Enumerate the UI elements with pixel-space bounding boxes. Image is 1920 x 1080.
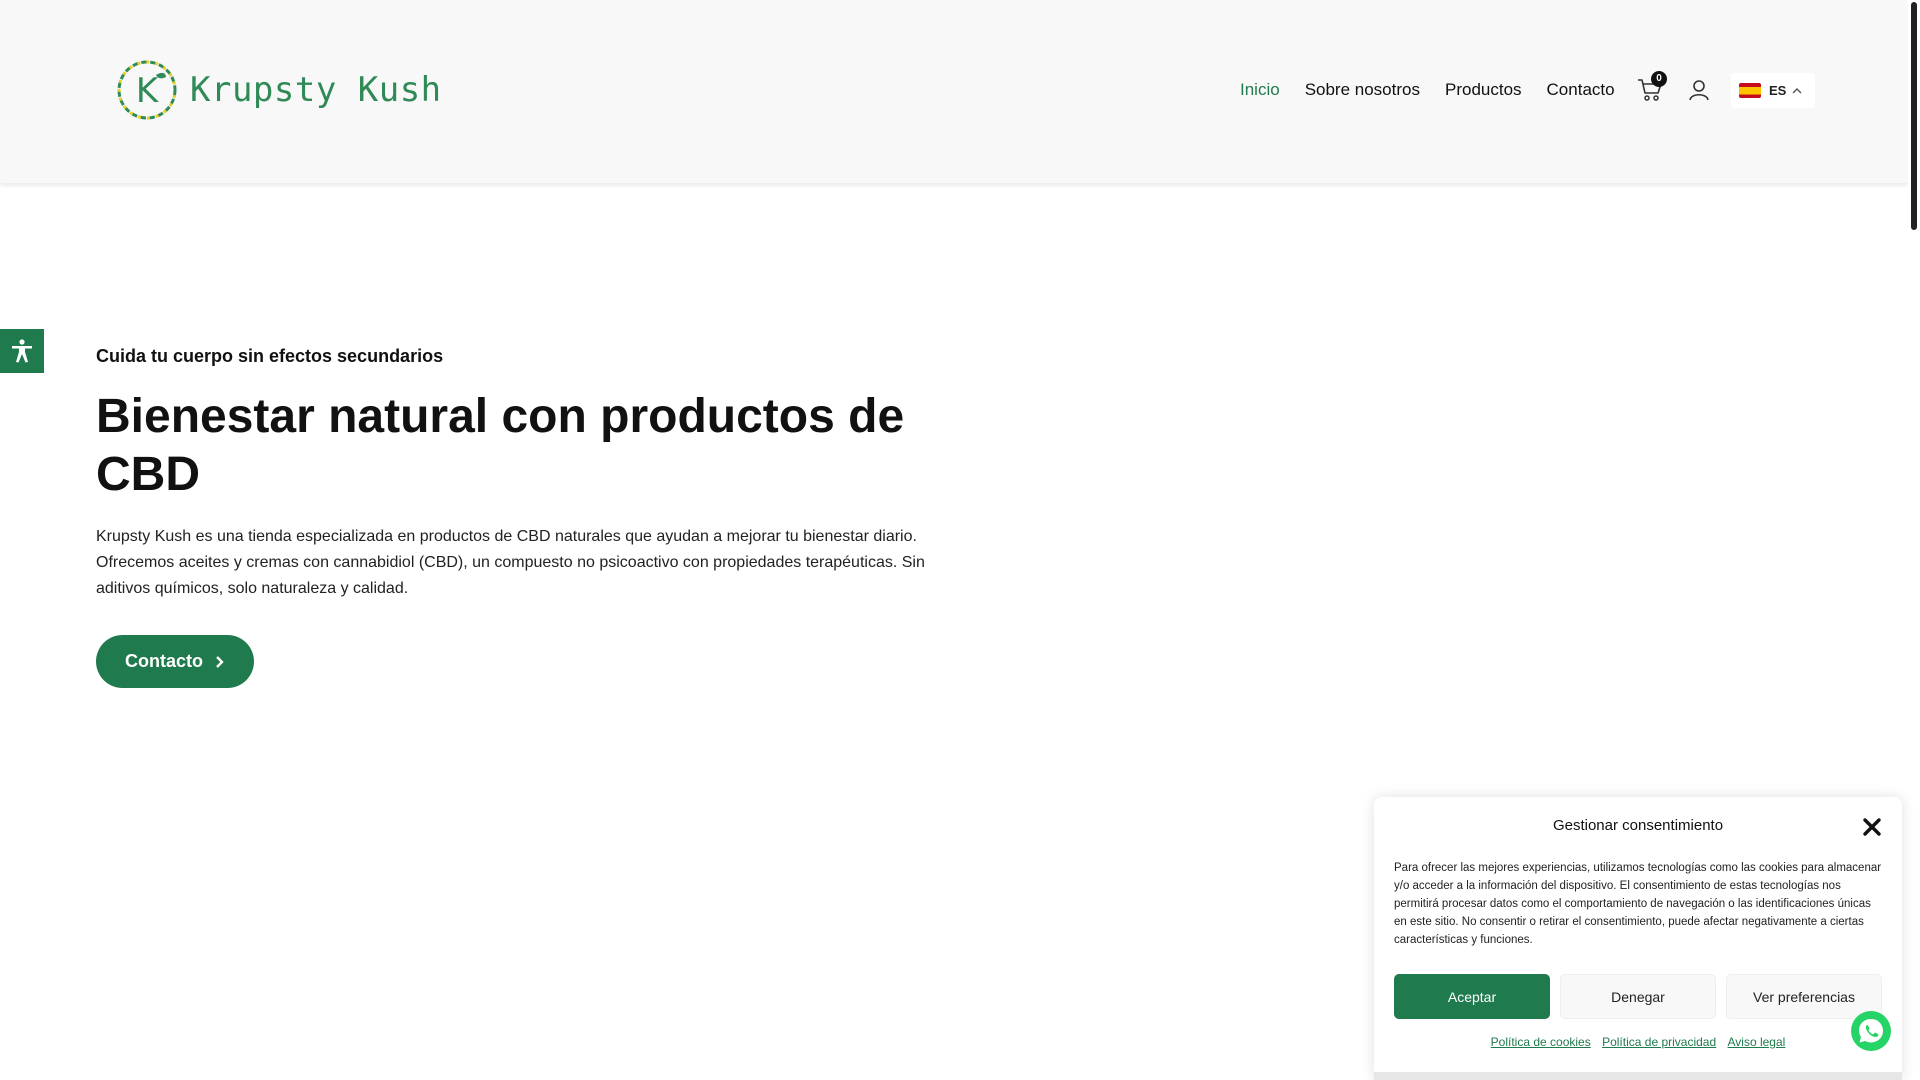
logo-text: Krupsty Kush	[190, 70, 442, 110]
nav-item-productos[interactable]: Productos	[1445, 80, 1522, 100]
spain-flag-icon	[1739, 83, 1761, 98]
scrollbar-thumb[interactable]	[1911, 2, 1917, 230]
language-selector[interactable]: ES	[1731, 73, 1815, 108]
consent-text: Para ofrecer las mejores experiencias, u…	[1394, 862, 1882, 946]
cookie-policy-link[interactable]: Política de cookies	[1491, 1035, 1591, 1049]
consent-dialog: Gestionar consentimiento Para ofrecer la…	[1374, 797, 1902, 1080]
nav-item-inicio[interactable]: Inicio	[1240, 80, 1280, 100]
contact-button[interactable]: Contacto	[96, 635, 254, 688]
hero-eyebrow: Cuida tu cuerpo sin efectos secundarios	[96, 346, 444, 366]
accept-button[interactable]: Aceptar	[1394, 974, 1550, 1019]
hero-description: Krupsty Kush es una tienda especializada…	[96, 528, 925, 597]
privacy-policy-link[interactable]: Política de privacidad	[1602, 1035, 1716, 1049]
legal-notice-link[interactable]: Aviso legal	[1728, 1035, 1786, 1049]
deny-button[interactable]: Denegar	[1560, 974, 1716, 1019]
cart-count-badge: 0	[1651, 71, 1667, 87]
consent-title: Gestionar consentimiento	[1552, 817, 1724, 834]
language-code: ES	[1769, 83, 1787, 98]
nav-item-sobre-nosotros[interactable]: Sobre nosotros	[1305, 80, 1420, 100]
user-icon[interactable]	[1688, 79, 1710, 101]
hero-title: Bienestar natural con productos de CBD	[96, 390, 905, 501]
close-icon[interactable]	[1862, 817, 1882, 837]
page: K Krupsty Kush Inicio Sobre nosotros Pro…	[0, 0, 1920, 1080]
logo-icon: K	[117, 60, 177, 120]
whatsapp-icon[interactable]	[1850, 1010, 1892, 1052]
site-header: K Krupsty Kush Inicio Sobre nosotros Pro…	[0, 0, 1908, 183]
contact-button-label: Contacto	[125, 651, 203, 671]
accessibility-button[interactable]	[0, 329, 44, 373]
consent-links: Política de cookies Política de privacid…	[1374, 1035, 1902, 1049]
logo[interactable]: K Krupsty Kush	[116, 59, 442, 121]
svg-text:K: K	[136, 71, 160, 111]
nav-item-contacto[interactable]: Contacto	[1547, 80, 1615, 100]
scrollbar[interactable]	[1908, 0, 1920, 1080]
main-nav: Inicio Sobre nosotros Productos Contacto	[1240, 80, 1640, 100]
chevron-up-icon	[1792, 87, 1802, 93]
chevron-right-icon	[216, 655, 224, 668]
consent-footer-bar	[1374, 1072, 1902, 1080]
accessibility-icon	[12, 339, 32, 363]
